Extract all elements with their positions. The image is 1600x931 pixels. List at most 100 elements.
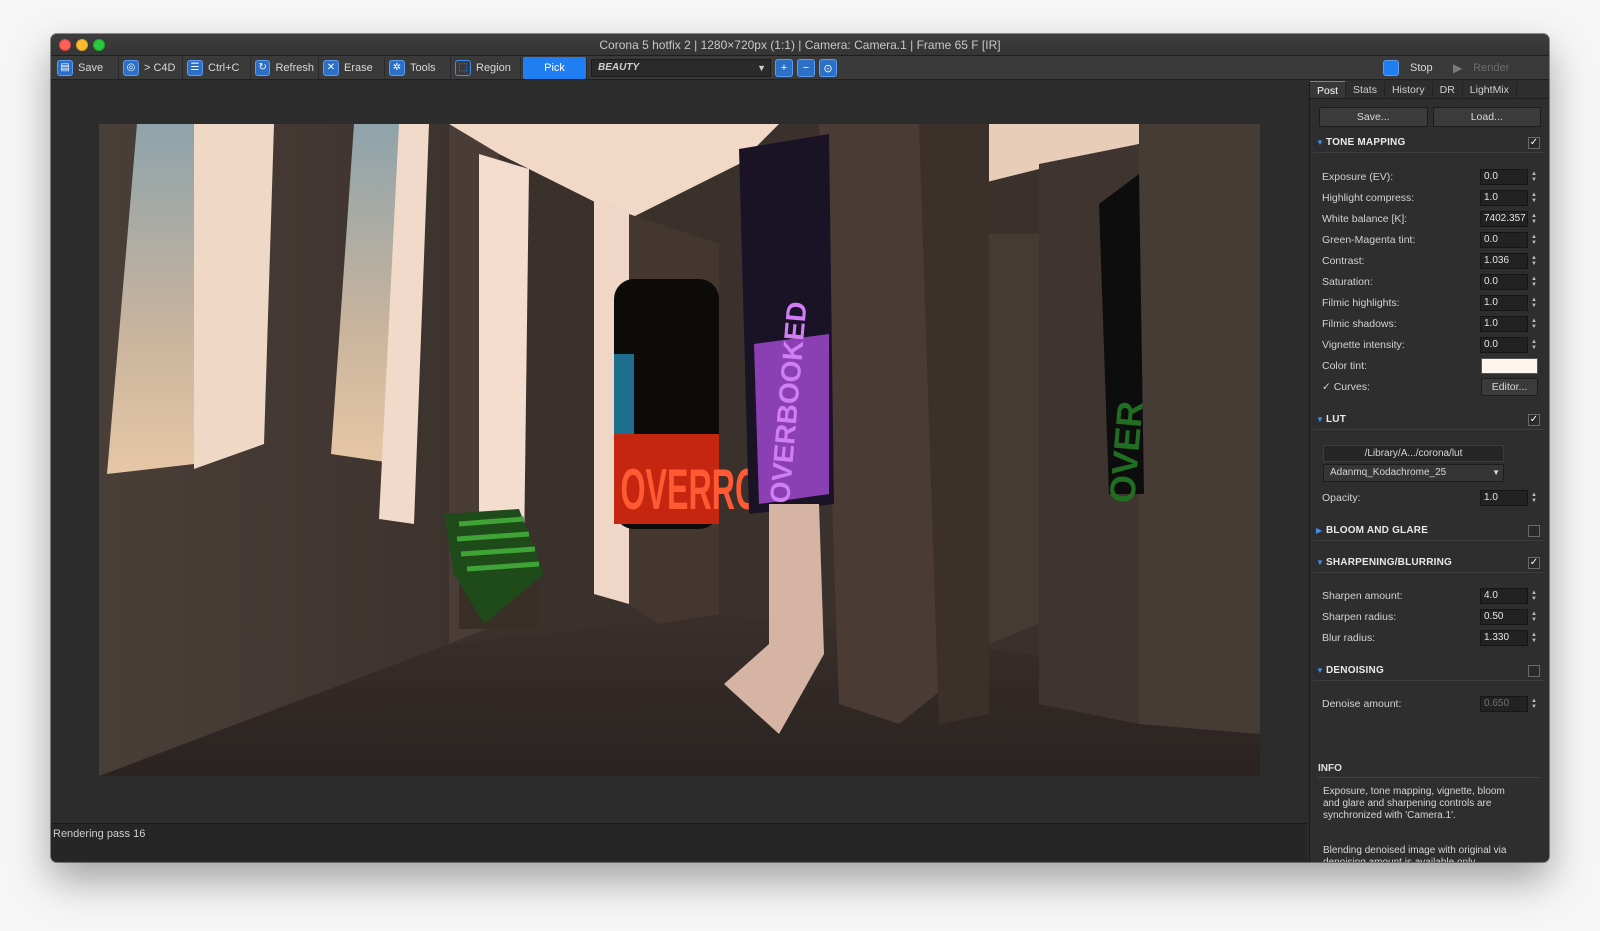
send-to-c4d-button[interactable]: ◎ > C4D <box>119 57 183 79</box>
lut-path-field[interactable]: /Library/A.../corona/lut <box>1323 445 1504 462</box>
spinner-icon[interactable]: ▲ ▼ <box>1530 171 1538 183</box>
curves-editor-button[interactable]: Editor... <box>1481 378 1538 396</box>
info-divider <box>1318 777 1540 778</box>
triangle-down-icon: ▼ <box>1316 666 1325 675</box>
spinner-icon[interactable]: ▲ ▼ <box>1530 297 1538 309</box>
zoom-out-button[interactable]: − <box>797 59 815 77</box>
copy-label: Ctrl+C <box>208 62 240 74</box>
highlight-compress-input[interactable]: 1.0 <box>1480 190 1528 206</box>
erase-icon: ✕ <box>323 60 339 76</box>
zoom-in-button[interactable]: + <box>775 59 793 77</box>
spinner-icon[interactable]: ▲ ▼ <box>1530 632 1538 644</box>
saturation-row: Saturation: 0.0 ▲ ▼ <box>1322 272 1542 292</box>
color-tint-label: Color tint: <box>1322 360 1367 372</box>
spinner-icon[interactable]: ▲ ▼ <box>1530 276 1538 288</box>
play-icon: ▶ <box>1453 61 1463 75</box>
sharpening-checkbox[interactable]: ✓ <box>1528 557 1540 569</box>
sharpen-radius-label: Sharpen radius: <box>1322 611 1397 623</box>
poster-left-text: OVERRO <box>621 457 760 521</box>
maximize-window-button[interactable] <box>93 39 105 51</box>
spinner-icon[interactable]: ▲ ▼ <box>1530 192 1538 204</box>
title-bar: Corona 5 hotfix 2 | 1280×720px (1:1) | C… <box>51 34 1549 56</box>
denoising-checkbox[interactable] <box>1528 665 1540 677</box>
tab-history[interactable]: History <box>1385 81 1433 98</box>
saturation-input[interactable]: 0.0 <box>1480 274 1528 290</box>
lut-header[interactable]: ▼ LUT ✓ <box>1313 410 1544 430</box>
toolbar: ▤ Save ◎ > C4D ☰ Ctrl+C ↻ Refresh ✕ Eras… <box>51 56 1549 80</box>
spinner-icon[interactable]: ▲ ▼ <box>1530 234 1538 246</box>
tab-post[interactable]: Post <box>1310 81 1347 98</box>
lut-opacity-input[interactable]: 1.0 <box>1480 490 1528 506</box>
erase-button[interactable]: ✕ Erase <box>319 57 385 79</box>
render-channel-value: BEAUTY <box>598 62 640 73</box>
sharpen-amount-input[interactable]: 4.0 <box>1480 588 1528 604</box>
zoom-fit-button[interactable]: ⊙ <box>819 59 837 77</box>
denoise-amount-row: Denoise amount: 0.650 ▲ ▼ <box>1322 694 1542 714</box>
stop-button[interactable]: Stop <box>1379 57 1445 79</box>
spinner-icon[interactable]: ▲ ▼ <box>1530 213 1538 225</box>
region-button[interactable]: ⬚ Region <box>451 57 521 79</box>
vignette-row: Vignette intensity: 0.0 ▲ ▼ <box>1322 335 1542 355</box>
green-magenta-input[interactable]: 0.0 <box>1480 232 1528 248</box>
tab-lightmix[interactable]: LightMix <box>1463 81 1517 98</box>
checkmark-icon: ✓ <box>1322 381 1334 393</box>
c4d-label: > C4D <box>144 62 176 74</box>
save-button[interactable]: ▤ Save <box>53 57 119 79</box>
lut-title: LUT <box>1326 414 1347 425</box>
save-settings-button[interactable]: Save... <box>1319 107 1428 127</box>
spinner-icon[interactable]: ▲ ▼ <box>1530 492 1538 504</box>
spinner-icon[interactable]: ▲ ▼ <box>1530 318 1538 330</box>
copy-button[interactable]: ☰ Ctrl+C <box>183 57 251 79</box>
highlight-compress-label: Highlight compress: <box>1322 192 1415 204</box>
exposure-input[interactable]: 0.0 <box>1480 169 1528 185</box>
render-button[interactable]: ▶ Render <box>1449 57 1515 79</box>
pick-button[interactable]: Pick <box>523 57 587 79</box>
blur-radius-row: Blur radius: 1.330 ▲ ▼ <box>1322 628 1542 648</box>
tone-mapping-header[interactable]: ▼ TONE MAPPING ✓ <box>1313 133 1544 153</box>
sharpening-header[interactable]: ▼ SHARPENING/BLURRING ✓ <box>1313 553 1544 573</box>
filmic-highlights-row: Filmic highlights: 1.0 ▲ ▼ <box>1322 293 1542 313</box>
refresh-button[interactable]: ↻ Refresh <box>251 57 319 79</box>
bloom-glare-checkbox[interactable] <box>1528 525 1540 537</box>
render-channel-dropdown[interactable]: BEAUTY ▼ <box>591 59 771 77</box>
exposure-row: Exposure (EV): 0.0 ▲ ▼ <box>1322 167 1542 187</box>
close-window-button[interactable] <box>59 39 71 51</box>
post-panel: Post Stats History DR LightMix Save... L… <box>1309 81 1549 862</box>
tone-mapping-title: TONE MAPPING <box>1326 137 1406 148</box>
white-balance-input[interactable]: 7402.357 <box>1480 211 1528 227</box>
blur-radius-input[interactable]: 1.330 <box>1480 630 1528 646</box>
region-label: Region <box>476 62 511 74</box>
load-settings-button[interactable]: Load... <box>1432 107 1541 127</box>
gear-icon: ✲ <box>389 60 405 76</box>
color-tint-swatch[interactable] <box>1481 358 1538 374</box>
spinner-icon[interactable]: ▲ ▼ <box>1530 698 1538 710</box>
render-viewport[interactable]: OVERRO OVERBOOKED OVER <box>51 81 1307 823</box>
filmic-highlights-input[interactable]: 1.0 <box>1480 295 1528 311</box>
curves-toggle[interactable]: ✓ Curves: <box>1322 381 1481 393</box>
filmic-shadows-row: Filmic shadows: 1.0 ▲ ▼ <box>1322 314 1542 334</box>
spinner-icon[interactable]: ▲ ▼ <box>1530 339 1538 351</box>
contrast-input[interactable]: 1.036 <box>1480 253 1528 269</box>
filmic-shadows-input[interactable]: 1.0 <box>1480 316 1528 332</box>
vignette-input[interactable]: 0.0 <box>1480 337 1528 353</box>
spinner-icon[interactable]: ▲ ▼ <box>1530 255 1538 267</box>
tab-stats[interactable]: Stats <box>1346 81 1385 98</box>
tab-dr[interactable]: DR <box>1433 81 1463 98</box>
bloom-glare-header[interactable]: ▶ BLOOM AND GLARE <box>1313 521 1544 541</box>
sharpen-radius-input[interactable]: 0.50 <box>1480 609 1528 625</box>
lut-checkbox[interactable]: ✓ <box>1528 414 1540 426</box>
spinner-icon[interactable]: ▲ ▼ <box>1530 590 1538 602</box>
save-label: Save <box>78 62 104 74</box>
corona-vfb-window: Corona 5 hotfix 2 | 1280×720px (1:1) | C… <box>51 34 1549 862</box>
denoising-header[interactable]: ▼ DENOISING <box>1313 661 1544 681</box>
info-text-sync: Exposure, tone mapping, vignette, bloom … <box>1323 786 1505 821</box>
tools-button[interactable]: ✲ Tools <box>385 57 451 79</box>
denoising-title: DENOISING <box>1326 665 1384 676</box>
minimize-window-button[interactable] <box>76 39 88 51</box>
spinner-icon[interactable]: ▲ ▼ <box>1530 611 1538 623</box>
tone-mapping-checkbox[interactable]: ✓ <box>1528 137 1540 149</box>
sharpen-radius-row: Sharpen radius: 0.50 ▲ ▼ <box>1322 607 1542 627</box>
lut-select[interactable]: Adanmq_Kodachrome_25 ▼ <box>1323 464 1504 482</box>
render-image: OVERRO OVERBOOKED OVER <box>99 124 1260 776</box>
denoise-amount-input[interactable]: 0.650 <box>1480 696 1528 712</box>
